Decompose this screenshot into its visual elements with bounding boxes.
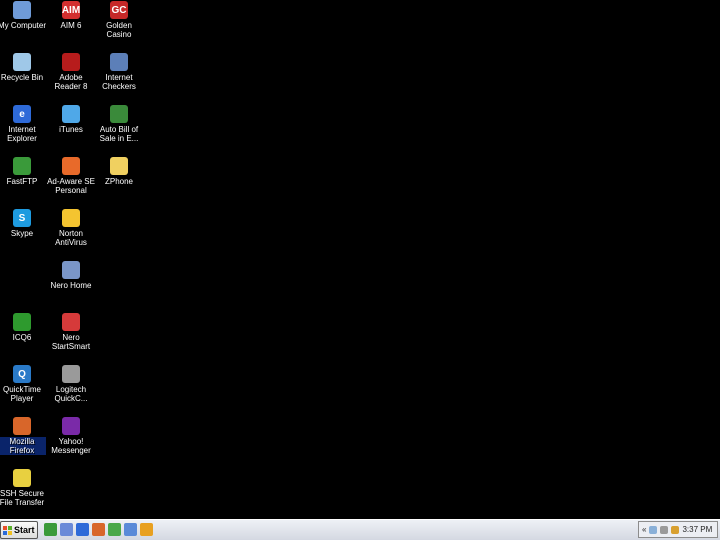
desktop-icon-label: Golden Casino [106, 21, 132, 39]
desktop-icon[interactable]: My Computer [0, 1, 46, 30]
desktop-icon-label: QuickTime Player [3, 385, 41, 403]
desktop-icon[interactable]: GC Golden Casino [95, 1, 143, 39]
desktop-icon[interactable]: e Internet Explorer [0, 105, 46, 143]
tray-chevron-icon[interactable]: « [642, 525, 646, 534]
desktop-icon[interactable]: Mozilla Firefox [0, 417, 46, 455]
nero-home-icon [62, 261, 80, 279]
recycle-bin-icon [13, 53, 31, 71]
firefox-icon [13, 417, 31, 435]
itunes-icon [62, 105, 80, 123]
icq-icon [13, 313, 31, 331]
internet-checkers-icon [110, 53, 128, 71]
outlook-express-icon[interactable] [108, 523, 121, 536]
aim-icon: AIM [62, 1, 80, 19]
ie-quick-2-icon[interactable] [124, 523, 137, 536]
desktop-icon[interactable]: Internet Checkers [95, 53, 143, 91]
desktop-icon-label: Nero StartSmart [51, 333, 91, 351]
desktop-icon-label: Skype [10, 229, 34, 238]
adobe-reader-icon [62, 53, 80, 71]
desktop-icon[interactable]: FastFTP [0, 157, 46, 186]
ssh-file-transfer-icon [13, 469, 31, 487]
desktop-icon[interactable]: Logitech QuickC... [47, 365, 95, 403]
desktop-icon[interactable]: Yahoo! Messenger [47, 417, 95, 455]
firefox-quick-icon[interactable] [92, 523, 105, 536]
antivirus-tray-icon[interactable] [671, 525, 680, 534]
windows-logo-icon [3, 525, 12, 535]
desktop-icon-label: My Computer [0, 21, 47, 30]
my-computer-icon [13, 1, 31, 19]
desktop-icon-label: ICQ6 [12, 333, 32, 342]
system-tray: « 3:37 PM [638, 521, 718, 538]
desktop-icon-label: Yahoo! Messenger [51, 437, 91, 455]
golden-casino-icon: GC [110, 1, 128, 19]
aim-quick-icon[interactable] [140, 523, 153, 536]
skype-icon: S [13, 209, 31, 227]
desktop-icon[interactable]: Auto Bill of Sale in E... [95, 105, 143, 143]
desktop-icon-label: Adobe Reader 8 [54, 73, 88, 91]
desktop-icon[interactable]: Nero Home [47, 261, 95, 290]
desktop-icon-label: iTunes [59, 125, 83, 134]
desktop-icon[interactable]: Q QuickTime Player [0, 365, 46, 403]
desktop-icon-label: Logitech QuickC... [54, 385, 88, 403]
start-label: Start [14, 525, 35, 535]
desktop-icon[interactable]: Ad-Aware SE Personal [47, 157, 95, 195]
desktop-icon[interactable]: iTunes [47, 105, 95, 134]
quick-launch-1-icon[interactable] [44, 523, 57, 536]
auto-bill-of-sale-icon [110, 105, 128, 123]
desktop-icon[interactable]: Norton AntiVirus [47, 209, 95, 247]
desktop-icon-label: Internet Checkers [102, 73, 136, 91]
desktop-icon-label: SSH Secure File Transfer [0, 489, 45, 507]
clock[interactable]: 3:37 PM [682, 525, 712, 534]
desktop-icon-label: Recycle Bin [0, 73, 44, 82]
internet-explorer-quick-icon[interactable] [76, 523, 89, 536]
show-desktop-icon[interactable] [60, 523, 73, 536]
desktop-icon-label: ZPhone [104, 177, 134, 186]
desktop-icon-label: Mozilla Firefox [0, 437, 46, 455]
desktop-icon-label: Nero Home [50, 281, 92, 290]
folder-icon [110, 157, 128, 175]
start-button[interactable]: Start [0, 521, 38, 539]
ad-aware-icon [62, 157, 80, 175]
desktop-icon[interactable]: Nero StartSmart [47, 313, 95, 351]
network-icon[interactable] [649, 525, 658, 534]
desktop-icon[interactable]: Adobe Reader 8 [47, 53, 95, 91]
desktop-icon[interactable]: AIM AIM 6 [47, 1, 95, 30]
fastftp-icon [13, 157, 31, 175]
taskbar: Start « 3:37 PM [0, 519, 720, 540]
desktop-icon-label: AIM 6 [60, 21, 82, 30]
logitech-quickcam-icon [62, 365, 80, 383]
internet-explorer-icon: e [13, 105, 31, 123]
desktop-icon[interactable]: S Skype [0, 209, 46, 238]
desktop-icon-label: FastFTP [6, 177, 38, 186]
volume-icon[interactable] [660, 525, 669, 534]
yahoo-messenger-icon [62, 417, 80, 435]
desktop-icon[interactable]: ZPhone [95, 157, 143, 186]
desktop-icon[interactable]: Recycle Bin [0, 53, 46, 82]
desktop-icon[interactable]: ICQ6 [0, 313, 46, 342]
quicktime-icon: Q [13, 365, 31, 383]
desktop: My Computer AIM AIM 6 GC Golden Casino Recycl… [0, 0, 720, 519]
norton-antivirus-icon [62, 209, 80, 227]
desktop-icon[interactable]: SSH Secure File Transfer [0, 469, 46, 507]
nero-startsmart-icon [62, 313, 80, 331]
desktop-icon-label: Internet Explorer [7, 125, 37, 143]
desktop-icon-label: Auto Bill of Sale in E... [99, 125, 139, 143]
desktop-icon-label: Norton AntiVirus [55, 229, 87, 247]
desktop-icon-label: Ad-Aware SE Personal [47, 177, 95, 195]
